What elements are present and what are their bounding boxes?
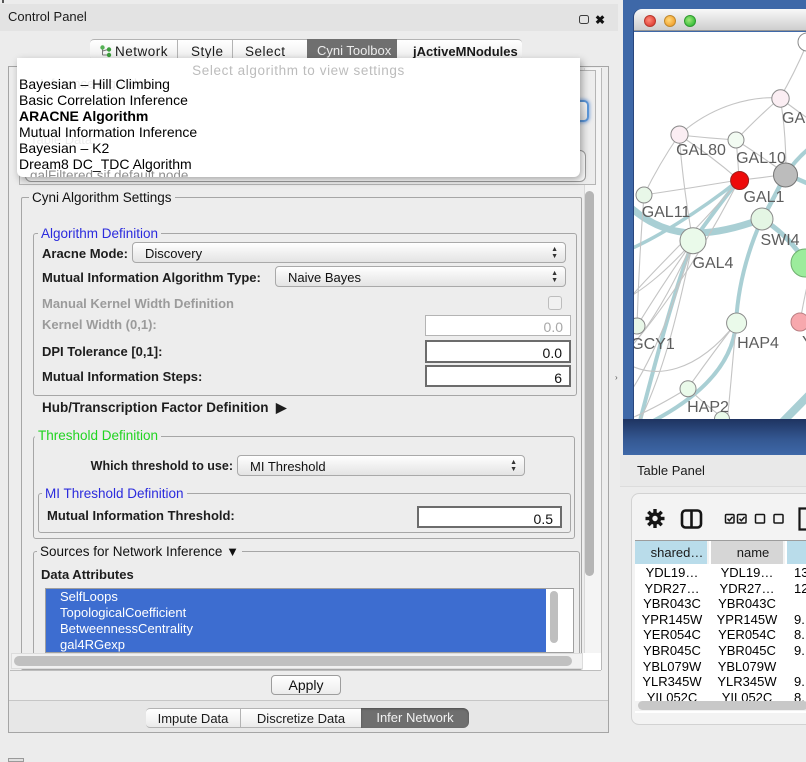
svg-text:Y: Y	[802, 334, 806, 351]
svg-text:GAL10: GAL10	[736, 150, 786, 167]
svg-text:GCY1: GCY1	[634, 336, 675, 353]
svg-text:GAL7: GAL7	[782, 110, 806, 127]
svg-text:SWI4: SWI4	[760, 232, 799, 249]
svg-text:GAL1: GAL1	[744, 189, 785, 206]
svg-text:GAL80: GAL80	[676, 142, 726, 159]
svg-text:GAL11: GAL11	[642, 204, 691, 221]
svg-text:HAP4: HAP4	[737, 335, 779, 352]
svg-text:HAP2: HAP2	[687, 399, 729, 416]
svg-text:GAL4: GAL4	[693, 255, 734, 272]
